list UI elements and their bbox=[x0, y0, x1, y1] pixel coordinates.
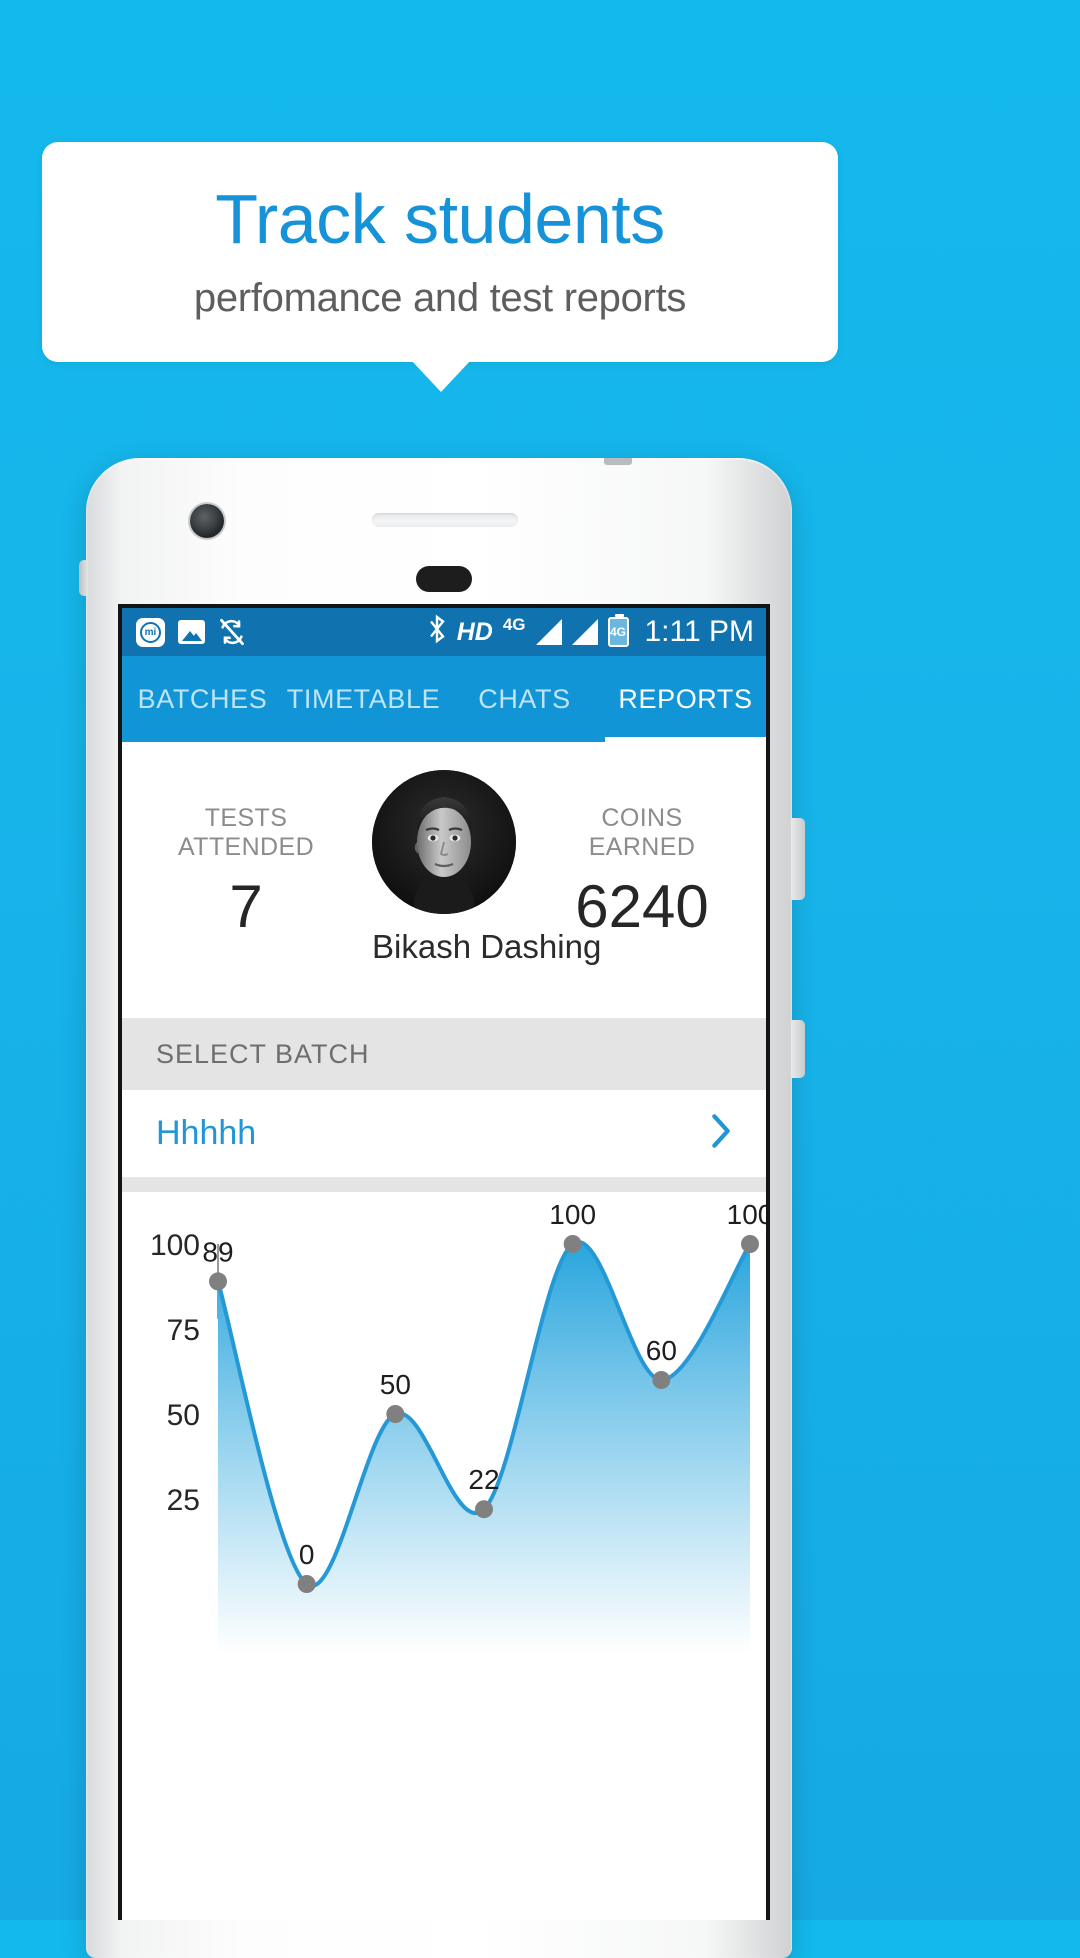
avatar-block: Bikash Dashing bbox=[372, 770, 602, 966]
home-button[interactable] bbox=[416, 566, 472, 592]
chart-data-point[interactable] bbox=[475, 1500, 493, 1519]
tab-batches[interactable]: BATCHES bbox=[122, 656, 283, 742]
chart-data-point[interactable] bbox=[297, 1575, 316, 1593]
performance-chart-svg: 100 75 50 25 89 0 50 22 100 60 100 bbox=[150, 1199, 766, 1652]
front-camera-icon bbox=[190, 504, 224, 538]
status-bar: mi HD 4G 4G 1:11 PM bbox=[122, 608, 766, 656]
tab-bar: BATCHES TIMETABLE CHATS REPORTS bbox=[122, 656, 766, 742]
chart-data-point[interactable] bbox=[209, 1272, 227, 1291]
status-bar-clock: 1:11 PM bbox=[644, 615, 755, 648]
coins-earned-stat: COINS EARNED 6240 bbox=[552, 804, 732, 941]
section-divider-band bbox=[122, 1178, 766, 1192]
signal-strength-icon-2 bbox=[571, 619, 598, 645]
battery-icon: 4G bbox=[607, 614, 629, 647]
left-side-button[interactable] bbox=[79, 560, 88, 596]
status-bar-left-icons: mi bbox=[136, 617, 246, 647]
chart-point-label: 89 bbox=[202, 1236, 233, 1267]
y-axis-tick-label: 100 bbox=[150, 1229, 200, 1262]
power-button[interactable] bbox=[791, 1020, 805, 1078]
tab-reports[interactable]: REPORTS bbox=[605, 656, 766, 742]
status-bar-right-icons: HD 4G 4G 1:11 PM bbox=[427, 614, 754, 651]
chart-point-label: 60 bbox=[646, 1335, 677, 1366]
hd-indicator: HD bbox=[456, 617, 493, 646]
tab-timetable[interactable]: TIMETABLE bbox=[283, 656, 444, 742]
tests-attended-stat: TESTS ATTENDED 7 bbox=[156, 804, 336, 941]
y-axis-tick-label: 75 bbox=[167, 1314, 200, 1347]
phone-screen: mi HD 4G 4G 1:11 PM BATCHES TIMETABLE CH… bbox=[118, 604, 770, 1920]
mi-logo-label: mi bbox=[140, 621, 161, 643]
volume-button[interactable] bbox=[791, 818, 805, 900]
chart-point-label: 50 bbox=[380, 1369, 411, 1400]
gallery-icon bbox=[178, 620, 205, 644]
student-name: Bikash Dashing bbox=[372, 928, 602, 965]
network-type-label: 4G bbox=[502, 615, 526, 634]
chart-data-point[interactable] bbox=[741, 1235, 759, 1253]
chart-point-label: 100 bbox=[727, 1199, 766, 1230]
mi-logo-icon: mi bbox=[136, 617, 165, 647]
tests-attended-value: 7 bbox=[229, 873, 263, 940]
bluetooth-icon bbox=[427, 614, 447, 651]
chart-point-label: 22 bbox=[468, 1464, 499, 1495]
sync-disabled-icon bbox=[218, 618, 246, 646]
batch-name: Hhhhh bbox=[156, 1114, 257, 1152]
tab-chats[interactable]: CHATS bbox=[444, 656, 605, 742]
avatar[interactable] bbox=[372, 770, 516, 914]
performance-chart: 100 75 50 25 89 0 50 22 100 60 100 bbox=[122, 1192, 766, 1652]
profile-summary: TESTS ATTENDED 7 COINS EARNED 6240 Bikas… bbox=[122, 742, 766, 1018]
chart-data-point[interactable] bbox=[563, 1235, 582, 1253]
chevron-right-icon[interactable] bbox=[706, 1111, 736, 1156]
chart-point-label: 100 bbox=[549, 1199, 596, 1230]
y-axis-tick-label: 50 bbox=[167, 1399, 200, 1432]
select-batch-header: SELECT BATCH bbox=[122, 1018, 766, 1090]
y-axis-tick-label: 25 bbox=[167, 1484, 200, 1517]
earpiece-speaker bbox=[372, 513, 518, 527]
chart-data-point[interactable] bbox=[652, 1371, 671, 1389]
banner-title: Track students bbox=[215, 179, 665, 258]
tests-attended-label: TESTS ATTENDED bbox=[177, 804, 315, 861]
chart-area-fill bbox=[218, 1241, 750, 1652]
chart-point-label: 0 bbox=[299, 1539, 315, 1570]
chart-data-point[interactable] bbox=[386, 1405, 405, 1423]
coins-earned-label: COINS EARNED bbox=[588, 804, 696, 861]
banner-subtitle: perfomance and test reports bbox=[193, 275, 687, 320]
batch-row[interactable]: Hhhhh bbox=[122, 1090, 766, 1178]
signal-strength-icon-1 bbox=[535, 619, 562, 645]
phone-top-notch bbox=[604, 458, 632, 465]
headline-banner: Track students perfomance and test repor… bbox=[42, 142, 838, 362]
banner-tail bbox=[411, 360, 471, 392]
